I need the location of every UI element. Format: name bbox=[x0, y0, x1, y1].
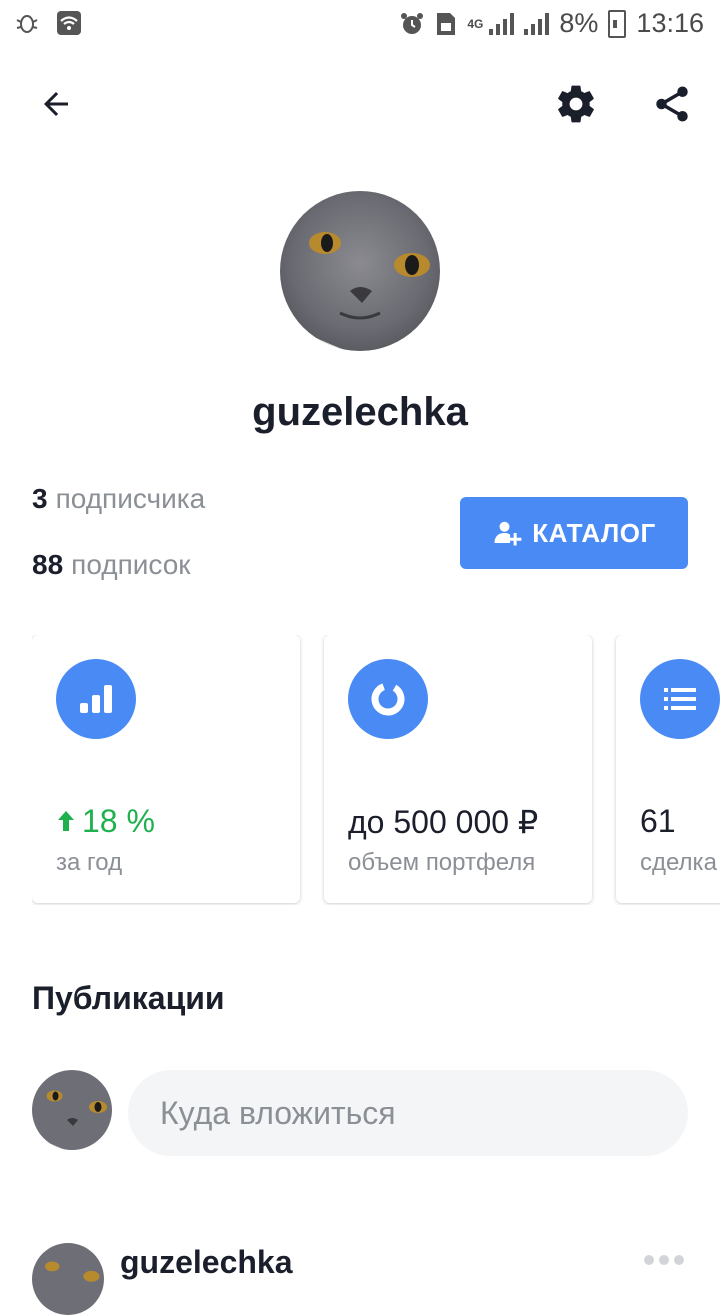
publications-title: Публикации bbox=[32, 980, 225, 1016]
followers-count: 3 bbox=[32, 483, 48, 514]
stat-portfolio-value: до 500 000 ₽ bbox=[348, 804, 539, 840]
status-bar: 4G 8% 13:16 bbox=[0, 0, 720, 48]
followers-label: подписчика bbox=[55, 483, 206, 514]
stat-return-text: 18 % bbox=[82, 803, 155, 839]
stat-return-label: за год bbox=[56, 849, 123, 876]
toolbar bbox=[0, 62, 720, 146]
more-dot bbox=[659, 1255, 669, 1265]
donut-chart-icon bbox=[348, 659, 428, 739]
followers-link[interactable]: 3 подписчика bbox=[32, 483, 205, 549]
list-icon bbox=[640, 659, 720, 739]
alarm-icon bbox=[401, 12, 424, 34]
profile-avatar[interactable] bbox=[280, 191, 440, 351]
battery-icon bbox=[608, 9, 627, 38]
catalog-button[interactable]: КАТАЛОГ bbox=[460, 497, 688, 569]
clock: 13:16 bbox=[636, 8, 704, 38]
bar-chart-icon bbox=[56, 659, 136, 739]
back-button[interactable] bbox=[26, 74, 86, 134]
share-icon bbox=[656, 86, 688, 122]
cat-avatar-small-image bbox=[32, 1070, 112, 1150]
debug-icon bbox=[16, 15, 38, 33]
composer-avatar bbox=[32, 1070, 112, 1150]
settings-button[interactable] bbox=[546, 74, 606, 134]
post-author-avatar[interactable] bbox=[32, 1243, 104, 1315]
signal-icon bbox=[489, 12, 515, 35]
stat-card-return[interactable]: 18 % за год bbox=[32, 635, 300, 903]
stat-card-portfolio[interactable]: до 500 000 ₽ объем портфеля bbox=[324, 635, 592, 903]
profile-counts: 3 подписчика 88 подписок bbox=[32, 483, 205, 615]
more-dot bbox=[674, 1255, 684, 1265]
stat-deals-value: 61 bbox=[640, 803, 676, 839]
cat-avatar-post-image bbox=[32, 1243, 104, 1315]
post-more-button[interactable] bbox=[644, 1248, 688, 1272]
stat-card-deals[interactable]: 61 сделка bbox=[616, 635, 720, 903]
cat-avatar-image bbox=[280, 191, 440, 351]
battery-percent: 8% bbox=[559, 8, 599, 38]
stat-portfolio-label: объем портфеля bbox=[348, 849, 536, 876]
stats-carousel[interactable]: 18 % за год до 500 000 ₽ объем портфеля … bbox=[32, 635, 720, 905]
network-type: 4G bbox=[467, 16, 484, 31]
signal-icon-2 bbox=[524, 12, 550, 35]
more-dots-icon bbox=[644, 1255, 654, 1265]
share-button[interactable] bbox=[642, 74, 702, 134]
profile-username: guzelechka bbox=[252, 390, 468, 434]
back-arrow-icon bbox=[44, 92, 68, 116]
following-count: 88 bbox=[32, 549, 64, 580]
wifi-icon bbox=[57, 11, 81, 35]
following-label: подписок bbox=[71, 549, 191, 580]
stat-return-value: 18 % bbox=[56, 803, 155, 840]
add-person-icon bbox=[494, 521, 522, 546]
stat-deals-label: сделка bbox=[640, 849, 717, 876]
arrow-up-icon bbox=[58, 811, 74, 831]
post-author-name[interactable]: guzelechka bbox=[120, 1244, 293, 1281]
sim-icon bbox=[437, 12, 456, 35]
following-link[interactable]: 88 подписок bbox=[32, 549, 205, 615]
catalog-label: КАТАЛОГ bbox=[532, 517, 656, 548]
gear-icon bbox=[558, 85, 594, 123]
new-post-input[interactable] bbox=[128, 1070, 688, 1156]
